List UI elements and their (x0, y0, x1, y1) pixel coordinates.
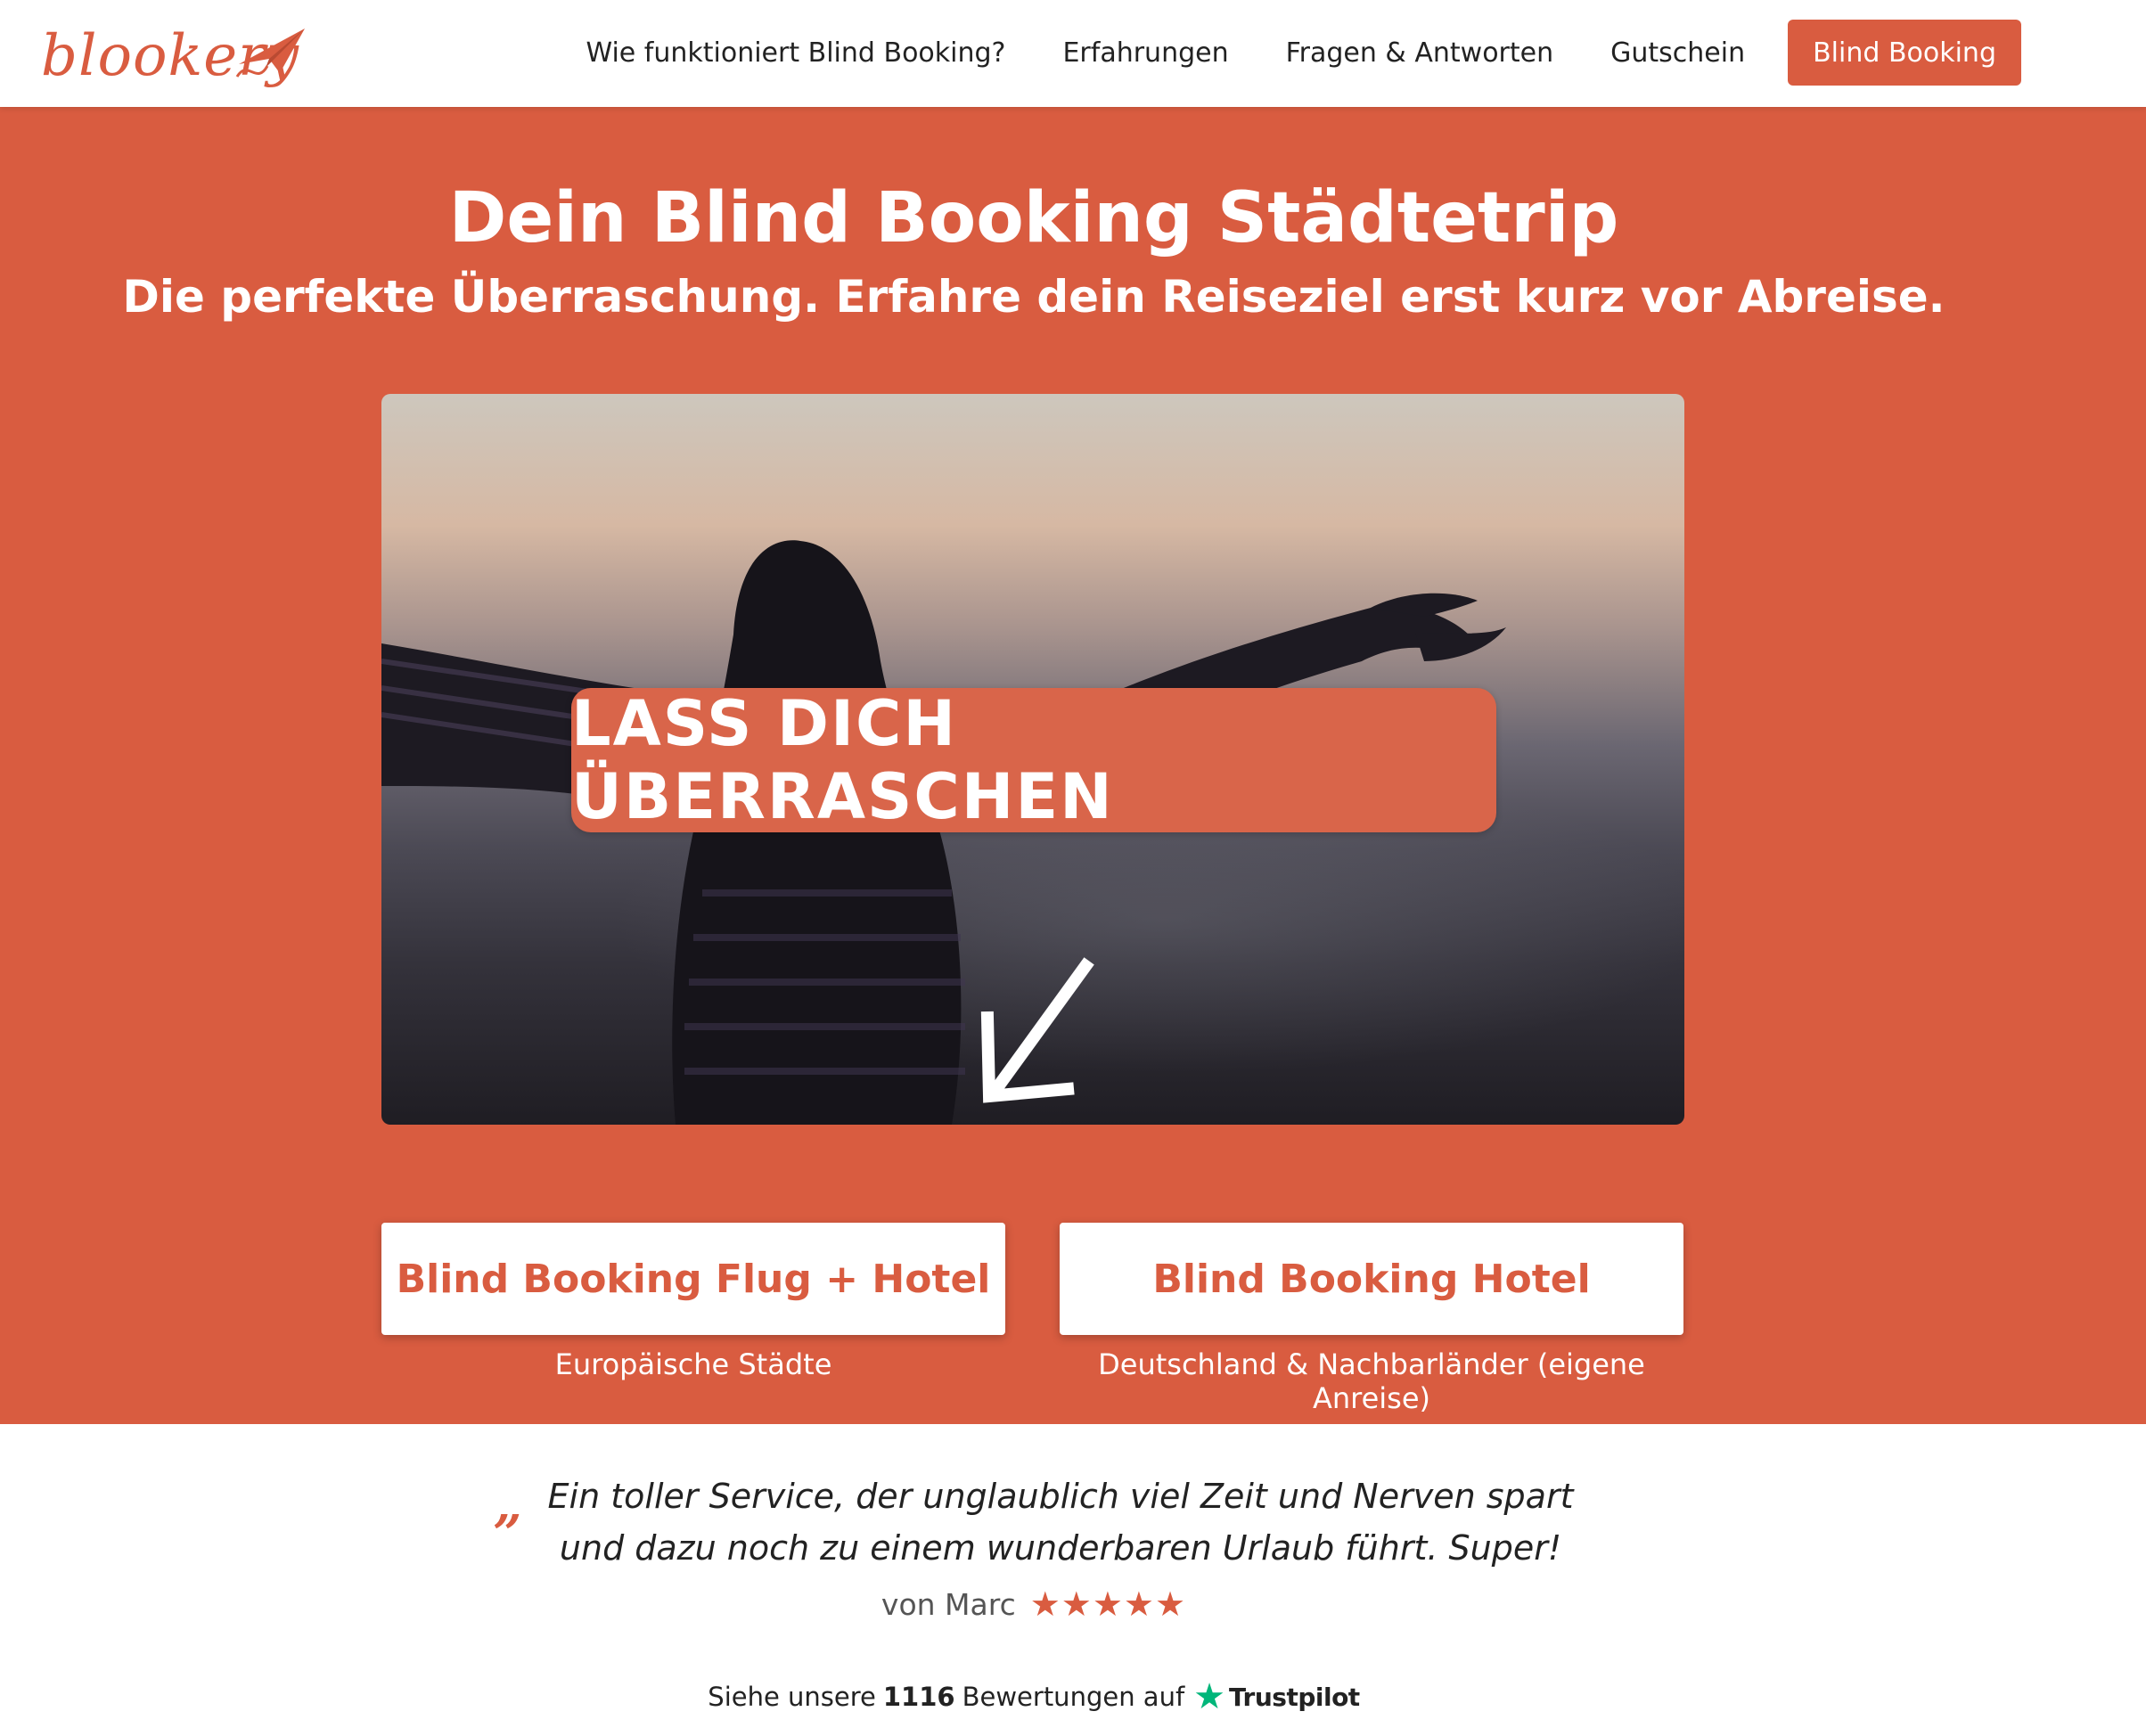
trustpilot-link[interactable]: Siehe unsere 1116 Bewertungen auf ★ Trus… (0, 1679, 2068, 1715)
hero-title: Dein Blind Booking Städtetrip (448, 178, 1619, 258)
top-navigation: blookery Wie funktioniert Blind Booking?… (0, 0, 2146, 107)
nav-link-experiences[interactable]: Erfahrungen (1062, 37, 1228, 69)
testimonial-author: von Marc (881, 1586, 1016, 1622)
nav-blind-booking-button[interactable]: Blind Booking (1788, 20, 2021, 86)
hotel-button[interactable]: Blind Booking Hotel (1060, 1223, 1683, 1335)
trustpilot-star-icon: ★ (1193, 1676, 1226, 1717)
testimonial: „ Ein toller Service, der unglaublich vi… (481, 1470, 1586, 1574)
trustpilot-prefix: Siehe unsere (708, 1682, 876, 1712)
arrow-down-left-icon (980, 957, 1094, 1103)
trustpilot-suffix: Bewertungen auf (962, 1682, 1185, 1712)
nav-links: Wie funktioniert Blind Booking? Erfahrun… (528, 20, 2021, 86)
hotel-caption: Deutschland & Nachbarländer (eigene Anre… (1098, 1347, 1645, 1415)
flight-hotel-button[interactable]: Blind Booking Flug + Hotel (381, 1223, 1005, 1335)
blookery-logo[interactable]: blookery (41, 16, 305, 96)
flight-hotel-caption: Europäische Städte (554, 1347, 832, 1381)
nav-link-how-it-works[interactable]: Wie funktioniert Blind Booking? (586, 37, 1005, 69)
quote-mark-icon: „ (494, 1476, 523, 1535)
nav-link-faq[interactable]: Fragen & Antworten (1286, 37, 1554, 69)
paper-plane-icon (235, 29, 305, 78)
hero-section: Dein Blind Booking Städtetrip Die perfek… (0, 107, 2146, 1424)
hero-image: LASS DICH ÜBERRASCHEN (381, 394, 1684, 1125)
rating-stars-icon: ★★★★★ (1029, 1585, 1187, 1624)
trustpilot-logo: Trustpilot (1229, 1682, 1360, 1712)
nav-link-voucher[interactable]: Gutschein (1610, 37, 1745, 69)
testimonial-text: Ein toller Service, der unglaublich viel… (547, 1477, 1574, 1568)
testimonial-author-row: von Marc ★★★★★ (0, 1585, 2068, 1624)
hero-subtitle: Die perfekte Überraschung. Erfahre dein … (122, 271, 1945, 323)
review-count: 1116 (882, 1682, 955, 1712)
surprise-me-button[interactable]: LASS DICH ÜBERRASCHEN (571, 687, 1496, 833)
